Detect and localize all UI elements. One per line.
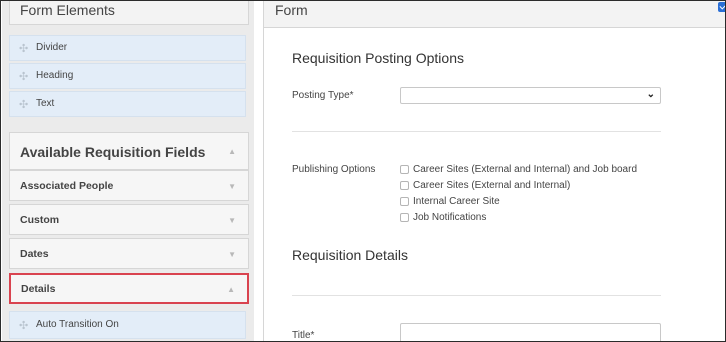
checkbox-icon[interactable] <box>400 181 409 190</box>
title-label: Title* <box>292 330 315 341</box>
form-elements-header[interactable]: Form Elements <box>9 1 249 25</box>
divider <box>292 131 661 132</box>
element-heading[interactable]: ✣ Heading <box>9 63 246 89</box>
section-label: Details <box>21 283 56 295</box>
form-elements-title: Form Elements <box>20 2 115 18</box>
checkbox-icon[interactable] <box>400 165 409 174</box>
chevron-down-icon: ⌄ <box>646 89 655 100</box>
element-text[interactable]: ✣ Text <box>9 91 246 117</box>
form-panel: Form Requisition Posting Options Posting… <box>263 1 725 341</box>
available-fields-header[interactable]: Available Requisition Fields ▲ <box>9 132 249 170</box>
element-divider[interactable]: ✣ Divider <box>9 35 246 61</box>
section-details[interactable]: Details ▲ <box>9 273 249 304</box>
requisition-details-heading: Requisition Details <box>292 247 408 263</box>
title-input[interactable] <box>400 323 661 341</box>
section-label: Dates <box>20 248 49 260</box>
section-label: Associated People <box>20 180 114 192</box>
drag-handle-icon[interactable]: ✣ <box>19 98 28 111</box>
form-title: Form <box>275 2 308 18</box>
chevron-down-icon: ▼ <box>228 182 236 191</box>
posting-type-select[interactable]: ⌄ <box>400 87 661 104</box>
element-label: Heading <box>36 70 74 81</box>
form-header: Form <box>264 1 725 28</box>
drag-handle-icon[interactable]: ✣ <box>19 42 28 55</box>
section-custom[interactable]: Custom ▼ <box>9 204 249 235</box>
publishing-options-label: Publishing Options <box>292 164 376 175</box>
posting-options-heading: Requisition Posting Options <box>292 50 464 66</box>
checkbox-checked-icon[interactable] <box>718 2 725 12</box>
field-label: Auto Transition On <box>36 319 119 330</box>
checkbox-icon[interactable] <box>400 197 409 206</box>
drag-handle-icon[interactable]: ✣ <box>19 70 28 83</box>
section-dates[interactable]: Dates ▼ <box>9 238 249 269</box>
chevron-down-icon: ▼ <box>228 216 236 225</box>
divider <box>292 295 661 296</box>
posting-type-label: Posting Type* <box>292 90 354 101</box>
section-label: Custom <box>20 214 60 226</box>
publishing-option-label: Career Sites (External and Internal) <box>413 180 571 191</box>
checkbox-icon[interactable] <box>400 213 409 222</box>
chevron-up-icon: ▲ <box>227 285 235 294</box>
publishing-option-label: Internal Career Site <box>413 196 500 207</box>
chevron-up-icon: ▲ <box>228 147 236 156</box>
chevron-down-icon: ▼ <box>228 250 236 259</box>
publishing-option-label: Career Sites (External and Internal) and… <box>413 164 638 175</box>
publishing-option-label: Job Notifications <box>413 212 487 223</box>
left-panel: Form Elements ✣ Divider ✣ Heading ✣ Text… <box>2 1 254 341</box>
screenshot-frame: Form Elements ✣ Divider ✣ Heading ✣ Text… <box>0 0 726 342</box>
element-label: Text <box>36 98 55 109</box>
element-label: Divider <box>36 42 68 53</box>
field-auto-transition-on[interactable]: ✣ Auto Transition On <box>9 311 246 339</box>
drag-handle-icon[interactable]: ✣ <box>19 319 28 332</box>
section-associated-people[interactable]: Associated People ▼ <box>9 170 249 201</box>
available-fields-title: Available Requisition Fields <box>20 144 206 160</box>
